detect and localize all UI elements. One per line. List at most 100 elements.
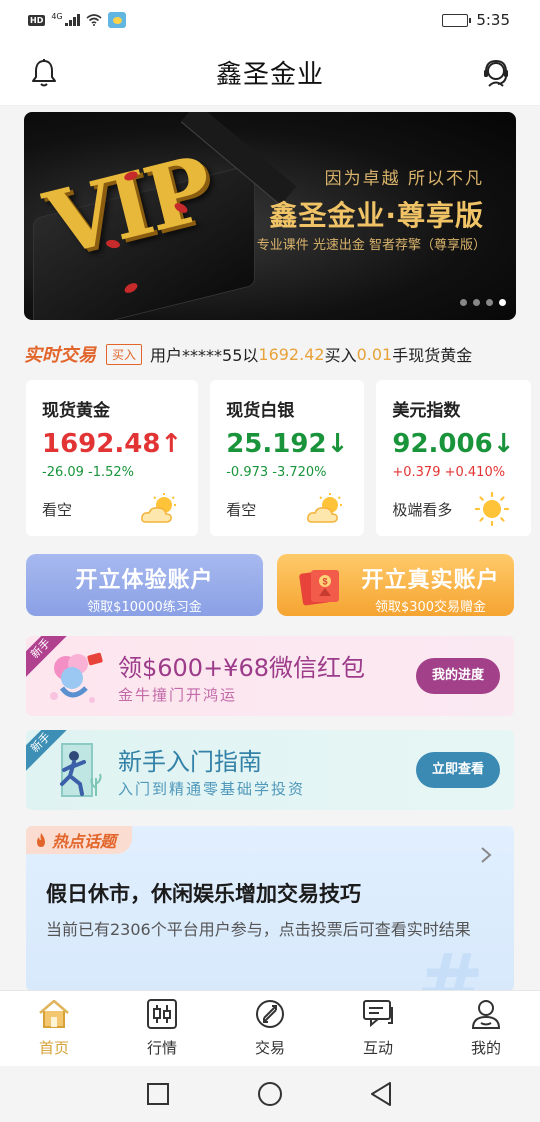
clock: 5:35 <box>476 11 510 29</box>
ticker-text-post: 手现货黄金 <box>392 346 473 365</box>
quote-price-value: 25.192 <box>226 429 327 459</box>
red-envelope-icon: $ <box>299 570 339 606</box>
carousel-dot[interactable] <box>473 299 480 306</box>
arrow-down-icon: ↓ <box>492 429 515 459</box>
quote-name: 美元指数 <box>392 401 461 421</box>
promo-red-packet[interactable]: 新手 领$600+¥68微信红包 金牛撞门开鸿运 我的进度 <box>26 636 514 716</box>
promo-title: 新手入门指南 <box>118 748 262 776</box>
demo-account-title: 开立体验账户 <box>75 568 214 593</box>
tab-label: 互动 <box>362 1039 393 1057</box>
carousel-dot-active[interactable] <box>499 299 506 306</box>
bottom-tab-bar: 首页 行情 交易 互动 我的 <box>0 990 540 1066</box>
live-trade-ticker[interactable]: 实时交易 买入 用户*****55以 1692.42 买入 0.01 手现货黄金 <box>24 340 516 368</box>
trade-icon <box>256 1000 284 1028</box>
tab-market[interactable]: 行情 <box>108 991 216 1066</box>
topic-title: 假日休市，休闲娱乐增加交易技巧 <box>46 882 361 906</box>
quote-sentiment: 极端看多 <box>392 501 453 519</box>
quote-price: 92.006↓ <box>392 429 514 459</box>
bell-icon[interactable] <box>28 57 60 89</box>
page-title: 鑫圣金业 <box>215 60 324 90</box>
my-progress-button[interactable]: 我的进度 <box>415 658 500 694</box>
tab-home[interactable]: 首页 <box>0 991 108 1066</box>
promo-beginner-guide[interactable]: 新手 新手入门指南 入门到精通零基础学投资 立即查看 <box>26 730 514 810</box>
wifi-icon <box>86 14 102 26</box>
account-buttons: 开立体验账户 领取$10000练习金 $ 开立真实账户 领取$300交易赠金 <box>26 554 514 616</box>
status-left: HD 4G <box>28 12 126 28</box>
home-circle-icon[interactable] <box>256 1080 284 1108</box>
chat-icon <box>363 1000 393 1028</box>
topic-description: 当前已有2306个平台用户参与，点击投票后可查看实时结果 <box>46 920 471 939</box>
svg-text:$: $ <box>322 577 327 587</box>
customer-service-icon[interactable] <box>480 57 512 89</box>
ticker-lots: 0.01 <box>356 344 393 364</box>
ticker-action-badge: 买入 <box>106 343 143 365</box>
tab-trade[interactable]: 交易 <box>216 991 324 1066</box>
promo-subtitle: 金牛撞门开鸿运 <box>118 686 238 704</box>
demo-account-sub: 领取$10000练习金 <box>87 600 202 615</box>
tab-label: 交易 <box>254 1039 285 1057</box>
arrow-down-icon: ↓ <box>326 429 349 459</box>
cloudy-sun-icon <box>307 493 343 523</box>
hd-badge: HD <box>28 14 46 26</box>
user-icon <box>471 1000 501 1029</box>
tab-interact[interactable]: 互动 <box>324 991 432 1066</box>
home-icon <box>39 999 69 1028</box>
ticker-tag: 实时交易 <box>24 345 96 366</box>
quote-sentiment: 看空 <box>226 501 257 519</box>
ticker-text-mid: 买入 <box>324 346 357 365</box>
back-triangle-icon[interactable] <box>368 1080 396 1108</box>
system-nav-bar <box>0 1066 540 1122</box>
quote-change: +0.379 +0.410% <box>392 465 506 480</box>
recent-apps-icon[interactable] <box>144 1080 172 1108</box>
quote-price-value: 1692.48 <box>42 429 161 459</box>
quote-price: 25.192↓ <box>226 429 348 459</box>
quote-price: 1692.48↑ <box>42 429 182 459</box>
status-right: 5:35 <box>442 11 510 29</box>
app-header: 鑫圣金业 <box>0 40 540 106</box>
ticker-price: 1692.42 <box>258 344 325 364</box>
carousel-dot[interactable] <box>486 299 493 306</box>
runner-door-icon <box>60 743 102 797</box>
flame-icon <box>37 833 45 847</box>
tab-mine[interactable]: 我的 <box>432 991 540 1066</box>
hot-topic-tag: 热点话题 <box>26 826 133 854</box>
open-demo-account-button[interactable]: 开立体验账户 领取$10000练习金 <box>26 554 263 616</box>
tab-label: 我的 <box>470 1039 501 1057</box>
bull-flower-icon <box>50 652 103 703</box>
carousel-dot[interactable] <box>460 299 467 306</box>
battery-icon <box>442 13 472 27</box>
quote-cards: 现货黄金 1692.48↑ -26.09 -1.52% 看空 现货白银 25.1… <box>26 380 531 536</box>
quote-sentiment: 看空 <box>42 501 73 519</box>
sun-icon <box>474 492 509 526</box>
quote-name: 现货白银 <box>226 401 295 421</box>
tab-label: 行情 <box>146 1039 177 1057</box>
view-now-button[interactable]: 立即查看 <box>415 752 500 788</box>
promo-subtitle: 入门到精通零基础学投资 <box>118 780 306 798</box>
quote-card-gold[interactable]: 现货黄金 1692.48↑ -26.09 -1.52% 看空 <box>26 380 199 536</box>
hot-topic-card[interactable]: 热点话题 # 假日休市，休闲娱乐增加交易技巧 当前已有2306个平台用户参与，点… <box>26 826 514 991</box>
arrow-up-icon: ↑ <box>160 429 183 459</box>
banner-brand: 鑫圣金业·尊享版 <box>269 199 484 232</box>
ticker-text-pre: 用户*****55以 <box>150 346 259 365</box>
quote-change: -0.973 -3.720% <box>226 465 327 480</box>
network-type: 4G <box>51 11 63 21</box>
carousel-dots <box>460 299 506 306</box>
quote-change: -26.09 -1.52% <box>42 465 135 480</box>
tab-label: 首页 <box>38 1039 69 1057</box>
cloudy-sun-icon <box>141 493 177 523</box>
banner-subtitle: 专业课件 光速出金 智者荐擎（尊享版） <box>256 238 486 253</box>
weather-app-icon <box>107 12 126 28</box>
quote-name: 现货黄金 <box>42 401 110 421</box>
chevron-right-icon[interactable] <box>480 846 492 864</box>
status-bar: HD 4G 5:35 <box>0 0 540 40</box>
open-real-account-button[interactable]: $ 开立真实账户 领取$300交易赠金 <box>277 554 514 616</box>
quote-price-value: 92.006 <box>392 429 493 459</box>
promo-title: 领$600+¥68微信红包 <box>118 654 365 682</box>
vip-banner[interactable]: VIP 因为卓越 所以不凡 鑫圣金业·尊享版 专业课件 光速出金 智者荐擎（尊享… <box>24 112 516 320</box>
topic-watermark: # <box>416 937 484 992</box>
hot-topic-label: 热点话题 <box>52 832 117 851</box>
candlestick-icon <box>147 999 177 1029</box>
banner-slogan: 因为卓越 所以不凡 <box>324 169 484 189</box>
quote-card-usd-index[interactable]: 美元指数 92.006↓ +0.379 +0.410% 极端看多 <box>376 380 531 536</box>
quote-card-silver[interactable]: 现货白银 25.192↓ -0.973 -3.720% 看空 <box>210 380 365 536</box>
